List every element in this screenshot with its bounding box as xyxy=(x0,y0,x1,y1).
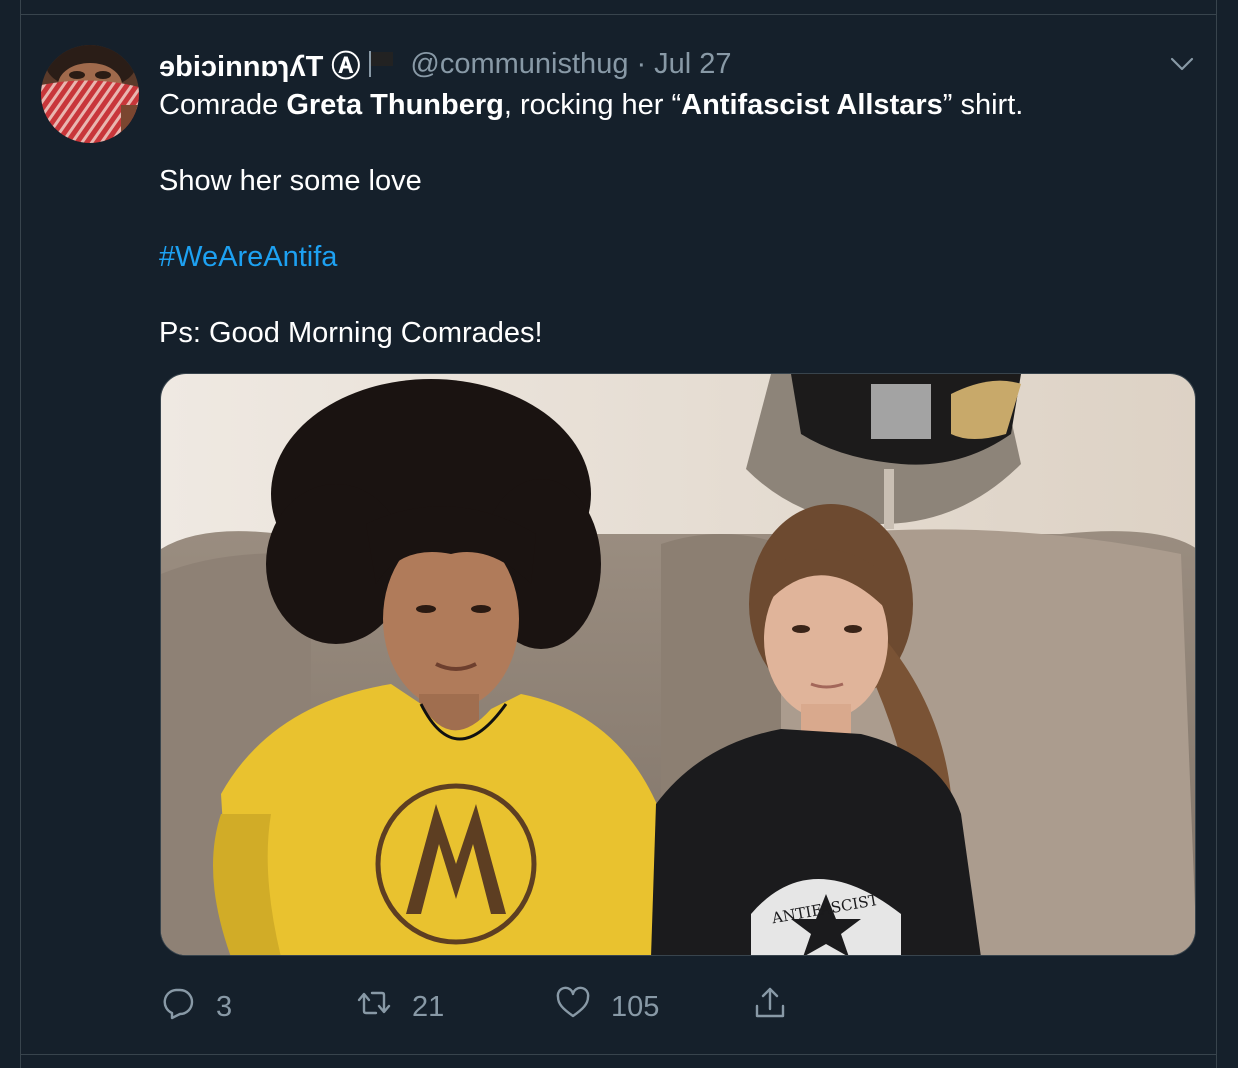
user-handle[interactable]: @communisthug xyxy=(410,48,628,81)
avatar-image xyxy=(41,45,139,143)
avatar[interactable] xyxy=(41,45,139,143)
tweet-date[interactable]: Jul 27 xyxy=(654,48,731,81)
header-separator: · xyxy=(636,47,647,80)
reply-button[interactable]: 3 xyxy=(160,985,232,1029)
reply-icon xyxy=(160,985,196,1029)
photo-image: ANTIFASCIST xyxy=(161,374,1195,955)
chevron-down-icon[interactable] xyxy=(1168,52,1196,76)
retweet-icon xyxy=(356,985,392,1029)
share-icon xyxy=(752,985,788,1029)
bold-shirt-name: Antifascist Allstars xyxy=(681,89,943,121)
hashtag-link[interactable]: #WeAreAntifa xyxy=(159,238,337,276)
tweet-line-4: Ps: Good Morning Comrades! xyxy=(159,317,543,349)
like-button[interactable]: 105 xyxy=(555,985,659,1029)
retweet-button[interactable]: 21 xyxy=(356,985,444,1029)
display-name[interactable]: ɘbiɔinnɒɿʎT Ⓐ xyxy=(159,43,360,85)
tweet-photo[interactable]: ANTIFASCIST xyxy=(160,373,1196,956)
bold-name: Greta Thunberg xyxy=(286,89,504,121)
share-button[interactable] xyxy=(752,985,788,1029)
tweet-line-1: Comrade Greta Thunberg, rocking her “Ant… xyxy=(159,89,1024,121)
retweet-count: 21 xyxy=(412,990,445,1023)
black-flag-icon xyxy=(366,49,396,79)
divider-bottom xyxy=(20,1054,1217,1055)
divider-top xyxy=(20,14,1217,15)
tweet-header: ɘbiɔinnɒɿʎT Ⓐ @communisthug · Jul 27 xyxy=(159,44,732,84)
tweet-line-2: Show her some love xyxy=(159,165,422,197)
like-count: 105 xyxy=(611,990,660,1023)
tweet-actions: 3 21 105 xyxy=(160,985,800,1029)
heart-icon xyxy=(555,985,591,1029)
reply-count: 3 xyxy=(216,990,233,1023)
